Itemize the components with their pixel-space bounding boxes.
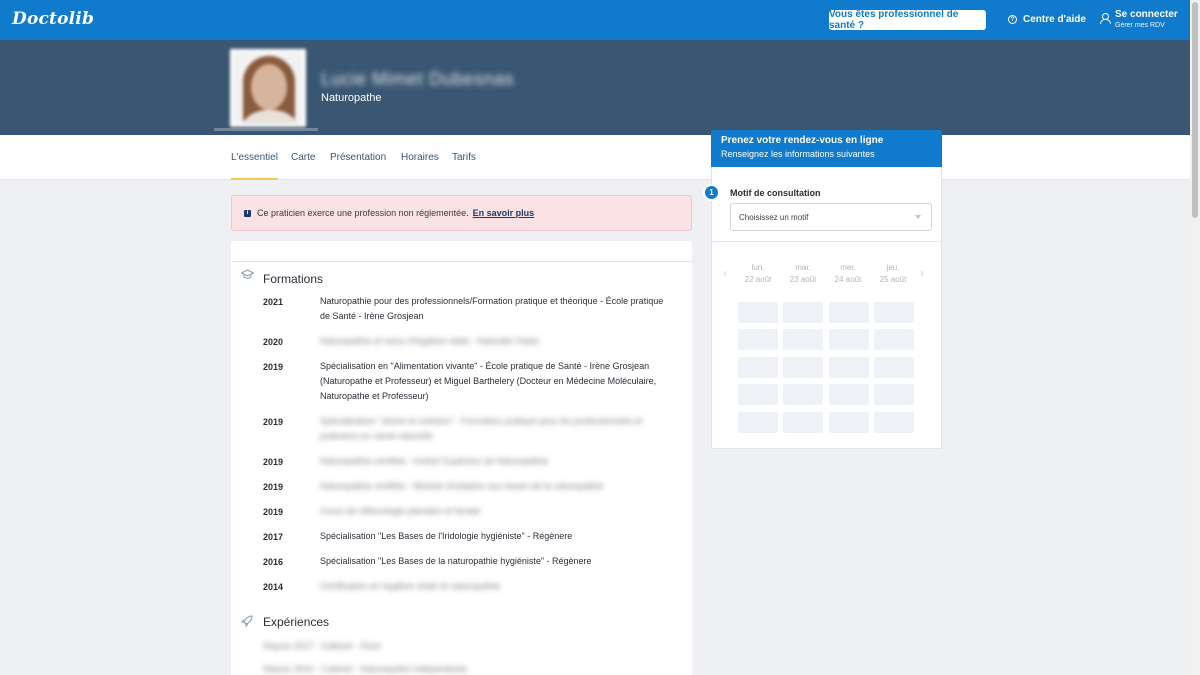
scrollbar[interactable] <box>1190 0 1200 675</box>
time-slot-placeholder <box>738 412 778 433</box>
chevron-down-icon <box>915 215 921 219</box>
formations-title: Formations <box>263 272 324 286</box>
time-slot-placeholder <box>874 302 914 323</box>
calendar-day-date: 22 août <box>744 275 772 284</box>
tab-presentation[interactable]: Présentation <box>330 152 386 180</box>
formation-year: 2019 <box>263 362 284 372</box>
profile-tabs <box>0 135 1190 180</box>
time-slot-placeholder <box>738 329 778 350</box>
doctolib-logo[interactable]: Doctolib <box>12 9 94 29</box>
info-icon: i <box>244 209 251 217</box>
formation-year: 2020 <box>263 337 284 347</box>
tab-horaires[interactable]: Horaires <box>401 152 439 180</box>
formation-entry: Spécialisation "Jeûne et nutrition" - Fo… <box>320 416 643 441</box>
formation-entry: Naturopathie certifiée - Institut Supéri… <box>320 456 549 466</box>
time-slot-placeholder <box>783 384 823 405</box>
help-center-link[interactable]: ? Centre d'aide <box>1008 14 1086 25</box>
time-slot-placeholder <box>874 384 914 405</box>
formation-entry: Naturopathie pour des professionnels/For… <box>320 296 664 321</box>
time-slot-placeholder <box>738 302 778 323</box>
experience-entry: Depuis 2016 - Cabinet - Naturopathe indé… <box>263 664 468 674</box>
time-slot-placeholder <box>783 412 823 433</box>
calendar-day-date: 23 août <box>789 275 817 284</box>
motif-label: Motif de consultation <box>730 188 821 198</box>
calendar-day-date: 24 août <box>834 275 862 284</box>
graduation-cap-icon <box>240 269 255 283</box>
time-slot-placeholder <box>738 357 778 378</box>
calendar-day-header: mer. 24 août <box>823 262 873 286</box>
time-slot-placeholder <box>783 302 823 323</box>
booking-separator <box>712 241 941 242</box>
help-center-label: Centre d'aide <box>1023 14 1086 25</box>
calendar-day-name: lun. <box>751 263 765 272</box>
motif-select[interactable]: Choisissez un motif <box>730 203 932 231</box>
time-slot-placeholder <box>829 384 869 405</box>
time-slot-placeholder <box>829 302 869 323</box>
learn-more-link[interactable]: En savoir plus <box>473 208 535 218</box>
formation-entry: Naturopathie certifiée - Module d'initia… <box>320 481 604 491</box>
top-navbar: Doctolib Vous êtes professionnel de sant… <box>0 0 1190 40</box>
avatar-shadow <box>214 128 318 131</box>
calendar-day-date: 25 août <box>879 275 907 284</box>
chevron-right-icon[interactable]: › <box>920 266 924 280</box>
user-icon <box>1100 13 1111 24</box>
formation-entry: Spécialisation "Les Bases de la naturopa… <box>320 556 592 566</box>
chevron-left-icon[interactable]: ‹ <box>723 266 727 280</box>
calendar-day-name: mer. <box>840 263 856 272</box>
card-divider <box>231 261 692 262</box>
formation-year: 2019 <box>263 417 284 427</box>
experiences-title: Expériences <box>263 615 330 629</box>
time-slot-placeholder <box>829 329 869 350</box>
formation-year: 2016 <box>263 557 284 567</box>
formation-year: 2019 <box>263 457 284 467</box>
formation-entry: Certification en hygiène vitale et natur… <box>320 581 501 591</box>
scrollbar-thumb[interactable] <box>1192 2 1198 218</box>
time-slot-placeholder <box>874 357 914 378</box>
calendar-day-name: jeu. <box>886 263 900 272</box>
calendar-day-header: jeu. 25 août <box>868 262 918 286</box>
time-slot-placeholder <box>738 384 778 405</box>
time-slot-placeholder <box>829 357 869 378</box>
rocket-icon <box>240 615 253 630</box>
help-circle-icon: ? <box>1008 15 1017 24</box>
tab-carte[interactable]: Carte <box>291 152 315 180</box>
practitioner-specialty: Naturopathe <box>321 92 382 104</box>
time-slot-placeholder <box>874 412 914 433</box>
pro-button[interactable]: Vous êtes professionnel de santé ? <box>829 9 986 31</box>
practitioner-name: Lucie Mimet Dubesnas <box>321 69 515 89</box>
formation-entry: Spécialisation en "Alimentation vivante"… <box>320 361 657 401</box>
formation-year: 2017 <box>263 532 284 542</box>
calendar-day-header: mar. 23 août <box>778 262 828 286</box>
time-slot-placeholder <box>783 329 823 350</box>
time-slot-placeholder <box>829 412 869 433</box>
avatar <box>230 49 306 127</box>
time-slot-placeholder <box>874 329 914 350</box>
formation-year: 2014 <box>263 582 284 592</box>
formation-year: 2021 <box>263 297 284 307</box>
profile-header <box>0 40 1190 135</box>
alert-text: Ce praticien exerce une profession non r… <box>257 208 469 218</box>
formation-year: 2019 <box>263 482 284 492</box>
formation-entry: Cours de réflexologie plantaire et facia… <box>320 506 481 516</box>
tab-essentiel[interactable]: L'essentiel <box>231 152 278 180</box>
login-label: Se connecter <box>1115 9 1178 20</box>
experience-entry: Depuis 2017 - Cabinet - Paris <box>263 641 382 651</box>
time-slot-placeholder <box>783 357 823 378</box>
unregulated-profession-alert: i Ce praticien exerce une profession non… <box>231 195 692 231</box>
formation-year: 2019 <box>263 507 284 517</box>
login-link[interactable]: Se connecter Gérer mes RDV <box>1100 9 1178 31</box>
tab-tarifs[interactable]: Tarifs <box>452 152 476 180</box>
manage-appointments-label: Gérer mes RDV <box>1115 22 1165 29</box>
booking-subtitle: Renseignez les informations suivantes <box>721 149 875 159</box>
motif-select-value: Choisissez un motif <box>739 212 809 222</box>
booking-title: Prenez votre rendez-vous en ligne <box>721 135 884 146</box>
calendar-day-header: lun. 22 août <box>733 262 783 286</box>
booking-header: Prenez votre rendez-vous en ligne Rensei… <box>711 130 942 172</box>
formation-entry: Spécialisation "Les Bases de l'Iridologi… <box>320 531 573 541</box>
step-number-badge: 1 <box>703 184 720 201</box>
calendar-day-name: mar. <box>795 263 811 272</box>
formation-entry: Naturopathie et soins d'hygiène vitale -… <box>320 336 540 346</box>
